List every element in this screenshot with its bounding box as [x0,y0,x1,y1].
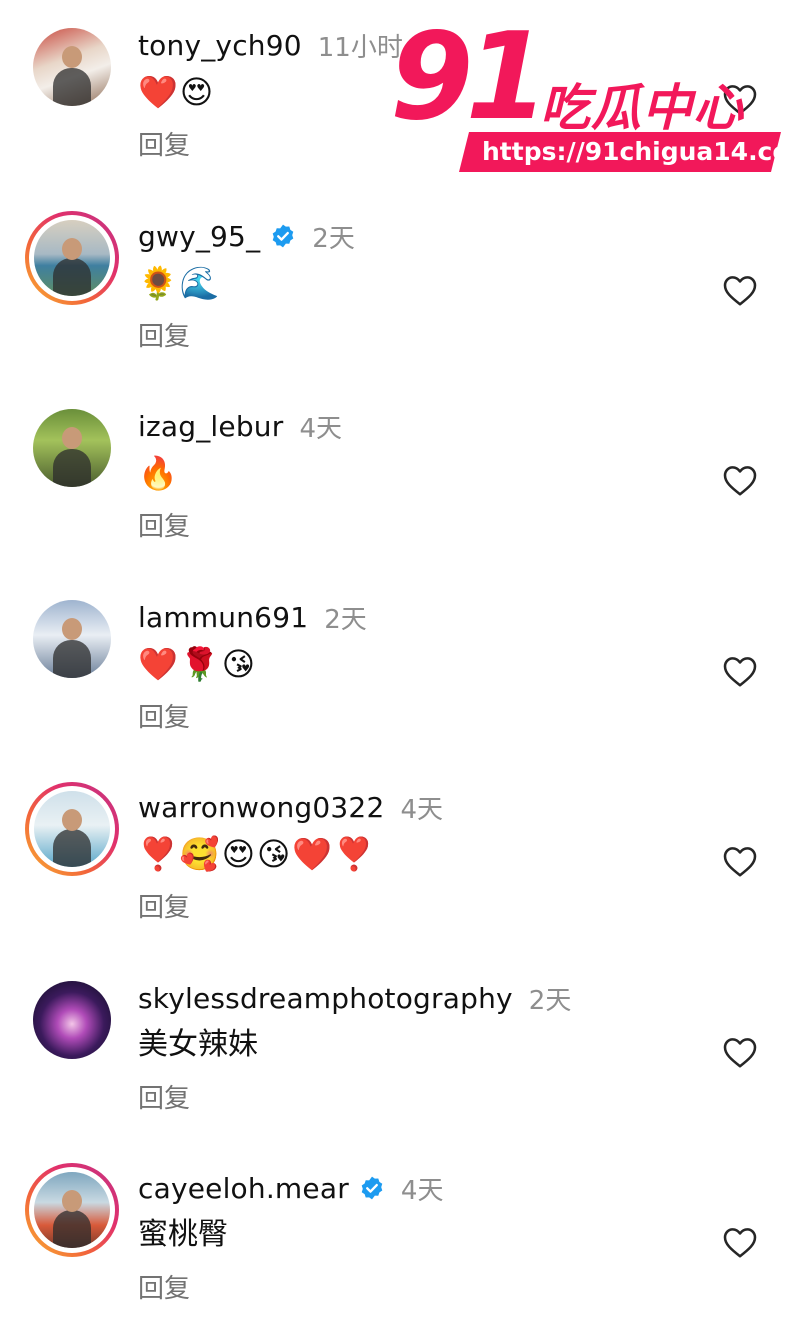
like-heart-icon[interactable] [722,654,758,688]
comment-timestamp: 4天 [400,1175,444,1206]
comment-item: izag_lebur 4天 🔥 回复 [0,381,800,571]
comment-item: lammun691 2天 ❤️🌹😘 回复 [0,572,800,762]
like-heart-icon[interactable] [722,1035,758,1069]
avatar-man-by-truck [33,600,111,678]
comment-header: izag_lebur 4天 [138,409,342,444]
reply-button[interactable]: 回复 [138,1268,190,1305]
username[interactable]: lammun691 [138,601,308,634]
comment-text: ❣️🥰😍😘❤️❣️ [138,835,377,873]
comment-item: gwy_95_ 2天 🌻🌊 回复 [0,191,800,381]
comment-item: skylessdreamphotography 2天美女辣妹回复 [0,953,800,1143]
reply-button[interactable]: 回复 [138,1078,190,1115]
comment-timestamp: 2天 [528,985,572,1016]
avatar-man-with-cat [33,28,111,106]
comment-text: 蜜桃臀 [138,1217,228,1252]
comment-item: cayeeloh.mear 4天蜜桃臀回复 [0,1143,800,1333]
comment-item: warronwong0322 4天 ❣️🥰😍😘❤️❣️ 回复 [0,762,800,952]
username[interactable]: tony_ych90 [138,29,302,62]
avatar[interactable] [25,1163,119,1257]
comment-header: warronwong0322 4天 [138,790,444,825]
username[interactable]: skylessdreamphotography [138,982,513,1015]
comment-text: 🔥 [138,454,180,492]
comment-text: 美女辣妹 [138,1027,258,1062]
comment-timestamp: 4天 [299,413,342,444]
avatar[interactable] [25,973,119,1067]
username[interactable]: warronwong0322 [138,791,384,824]
like-heart-icon[interactable] [722,463,758,497]
watermark-url: https://91chigua14.com [482,137,800,166]
like-heart-icon[interactable] [722,273,758,307]
avatar-man-by-pool [34,220,110,296]
reply-button[interactable]: 回复 [138,887,190,924]
comment-text: 🌻🌊 [138,264,222,302]
comment-text: ❤️😍 [138,73,216,111]
watermark-title: 吃瓜中心 [540,79,744,137]
reply-button[interactable]: 回复 [138,697,190,734]
comment-timestamp: 2天 [324,604,367,635]
verified-badge-icon [272,224,294,248]
avatar-man-selfie [34,791,110,867]
username[interactable]: cayeeloh.mear [138,1172,349,1205]
avatar-castle-night [33,981,111,1059]
reply-button[interactable]: 回复 [138,125,190,162]
avatar[interactable] [25,782,119,876]
verified-badge-icon [361,1176,383,1200]
username[interactable]: izag_lebur [138,410,283,443]
comment-timestamp: 2天 [312,223,355,254]
comment-header: lammun691 2天 [138,600,367,635]
avatar[interactable] [25,592,119,686]
comment-header: skylessdreamphotography 2天 [138,981,572,1016]
comment-timestamp: 4天 [400,794,444,825]
avatar[interactable] [25,20,119,114]
comment-text: ❤️🌹😘 [138,645,258,683]
reply-button[interactable]: 回复 [138,506,190,543]
comment-header: tony_ych90 11小时 [138,28,403,63]
watermark-number: 91 [390,8,549,147]
like-heart-icon[interactable] [722,844,758,878]
like-heart-icon[interactable] [722,1225,758,1259]
comment-header: cayeeloh.mear 4天 [138,1171,444,1206]
avatar-woman-beach [34,1172,110,1248]
avatar-man-outdoors [33,409,111,487]
avatar[interactable] [25,401,119,495]
watermark: 91 吃瓜中心 https://91chigua14.com [390,8,800,186]
username[interactable]: gwy_95_ [138,220,260,253]
reply-button[interactable]: 回复 [138,316,190,353]
avatar[interactable] [25,211,119,305]
comment-header: gwy_95_ 2天 [138,219,355,254]
